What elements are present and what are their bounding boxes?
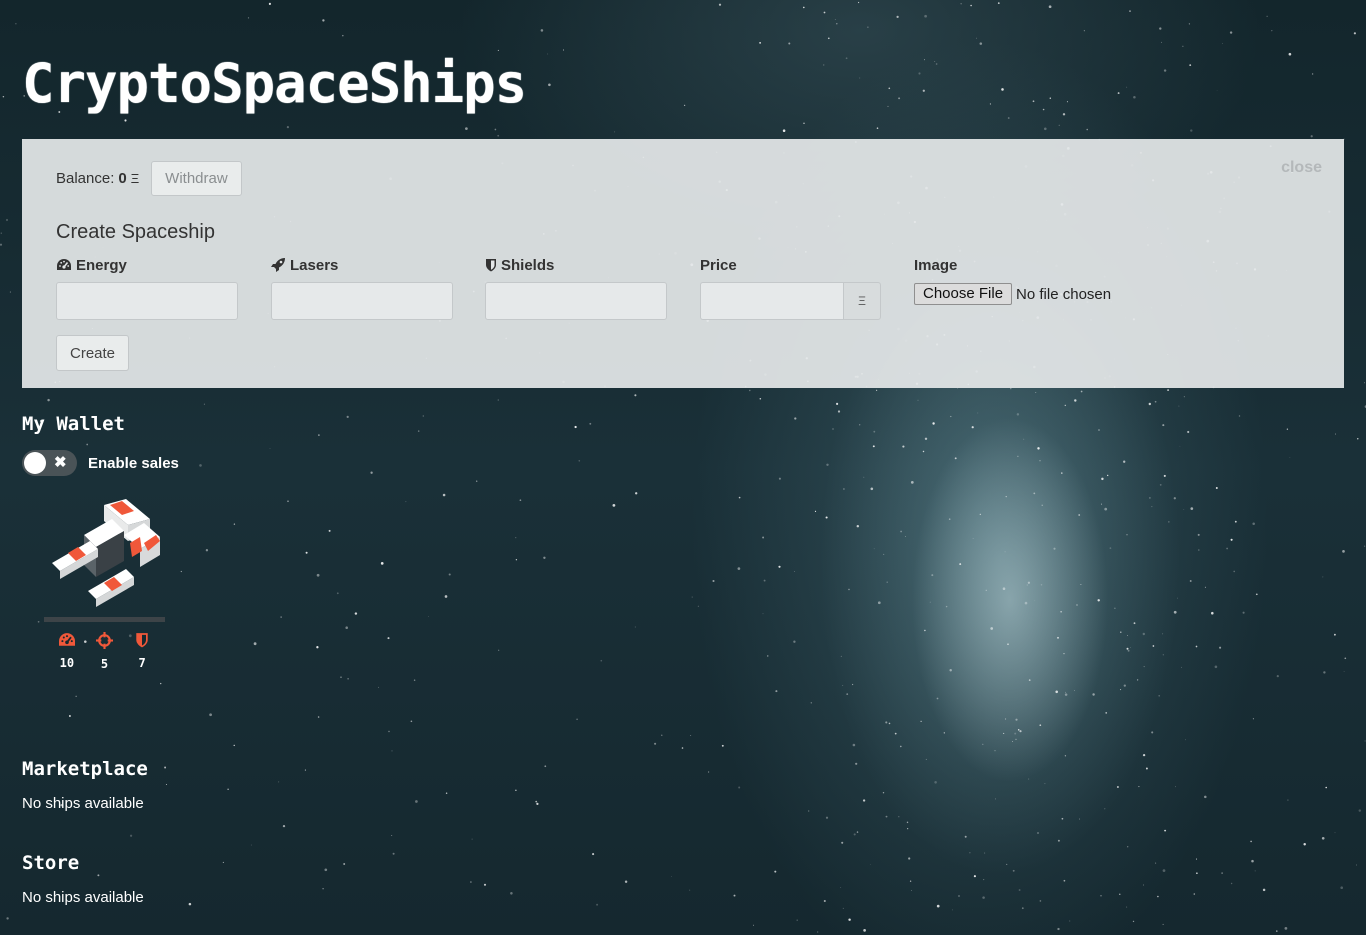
toggle-knob — [24, 452, 46, 474]
enable-sales-toggle[interactable]: ✖ — [22, 450, 77, 476]
shields-input[interactable] — [485, 282, 667, 320]
price-field: Price Ξ — [700, 256, 881, 320]
marketplace-empty-text: No ships available — [22, 795, 144, 812]
price-input-group: Ξ — [700, 282, 881, 320]
balance-row: Balance: 0 Ξ Withdraw — [56, 161, 242, 196]
energy-label: Energy — [76, 256, 127, 274]
shield-icon — [136, 633, 148, 648]
spaceship-image — [52, 499, 160, 607]
withdraw-button[interactable]: Withdraw — [151, 161, 242, 196]
tachometer-icon — [58, 633, 75, 646]
energy-stat: 10 — [52, 632, 82, 671]
enable-sales-row: ✖ Enable sales — [22, 450, 179, 476]
choose-file-button[interactable]: Choose File — [914, 283, 1013, 305]
energy-value: 10 — [59, 656, 75, 670]
my-wallet-heading: My Wallet — [22, 413, 125, 435]
create-button[interactable]: Create — [56, 335, 130, 371]
ether-addon: Ξ — [843, 282, 881, 320]
create-spaceship-title: Create Spaceship — [56, 221, 215, 243]
lasers-input[interactable] — [271, 282, 453, 320]
marketplace-heading: Marketplace — [22, 758, 148, 780]
shields-label: Shields — [501, 256, 555, 274]
rocket-icon — [271, 258, 285, 272]
crosshairs-icon — [95, 632, 113, 649]
ship-stats: 10 5 7 — [44, 632, 165, 671]
close-icon: ✖ — [54, 454, 67, 471]
image-field: Image Choose File No file chosen — [914, 256, 1111, 305]
lasers-stat: 5 — [89, 632, 119, 671]
file-input: Choose File No file chosen — [914, 283, 1111, 305]
app-logo-title: CryptoSpaceShips — [22, 52, 527, 115]
balance-label: Balance: — [56, 170, 115, 187]
file-status: No file chosen — [1016, 285, 1112, 303]
balance-value: 0 — [118, 170, 127, 187]
image-label: Image — [914, 256, 958, 274]
store-empty-text: No ships available — [22, 889, 144, 906]
enable-sales-label: Enable sales — [88, 454, 179, 472]
tachometer-icon — [57, 259, 71, 270]
price-label: Price — [700, 256, 737, 274]
shield-icon — [486, 259, 496, 272]
shields-field: Shields — [485, 256, 667, 320]
ether-icon: Ξ — [130, 171, 140, 186]
energy-input[interactable] — [56, 282, 238, 320]
shields-value: 7 — [138, 656, 146, 670]
ship-divider — [44, 617, 165, 622]
lasers-field: Lasers — [271, 256, 453, 320]
lasers-label: Lasers — [290, 256, 339, 274]
control-panel: close Balance: 0 Ξ Withdraw Create Space… — [22, 139, 1344, 388]
shields-stat: 7 — [127, 632, 157, 671]
energy-field: Energy — [56, 256, 238, 320]
close-link[interactable]: close — [1281, 159, 1322, 177]
ship-card[interactable]: 10 5 7 — [44, 495, 165, 671]
store-heading: Store — [22, 852, 80, 874]
price-input[interactable] — [700, 282, 843, 320]
lasers-value: 5 — [100, 657, 109, 671]
